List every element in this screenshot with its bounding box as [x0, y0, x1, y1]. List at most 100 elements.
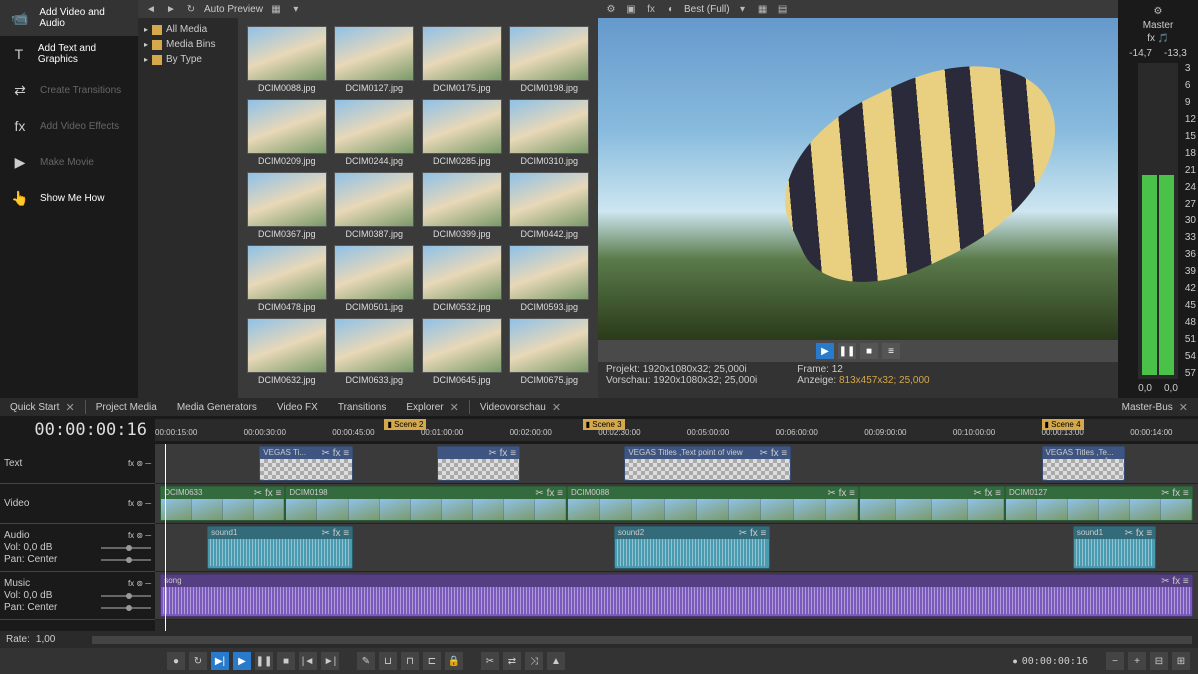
preview-stop-button[interactable]: ■ — [860, 343, 878, 359]
track-header-music[interactable]: Musicfx ⊚ ─Vol: 0,0 dBPan: Center — [0, 572, 155, 620]
track-content[interactable]: DCIM0633 ✂ fx ≡DCIM0198 ✂ fx ≡DCIM0088 ✂… — [155, 484, 1198, 524]
media-thumb[interactable]: DCIM0632.jpg — [246, 318, 328, 385]
pan-slider[interactable] — [101, 559, 151, 561]
pan-slider[interactable] — [101, 607, 151, 609]
tab-explorer[interactable]: Explorer✕ — [396, 398, 468, 417]
volume-slider[interactable] — [101, 595, 151, 597]
loop-button[interactable]: ↻ — [189, 652, 207, 670]
crossfade-button[interactable]: ⤨ — [525, 652, 543, 670]
tab-media-generators[interactable]: Media Generators — [167, 398, 267, 417]
play-button[interactable]: ▶ — [233, 652, 251, 670]
grid-icon[interactable]: ▦ — [756, 2, 770, 16]
play-from-start-button[interactable]: ▶| — [211, 652, 229, 670]
ripple-button[interactable]: ⇄ — [503, 652, 521, 670]
media-thumb[interactable]: DCIM0285.jpg — [421, 99, 503, 166]
timeline-marker[interactable]: ▮ Scene 2 — [384, 419, 426, 430]
volume-slider[interactable] — [101, 547, 151, 549]
media-thumb[interactable]: DCIM0209.jpg — [246, 99, 328, 166]
close-icon[interactable]: ✕ — [552, 401, 561, 414]
preview-quality-dropdown[interactable]: Best (Full) — [684, 4, 730, 15]
record-button[interactable]: ● — [167, 652, 185, 670]
quickstart-item-1[interactable]: TAdd Text and Graphics — [0, 36, 138, 72]
timeline-clip[interactable]: DCIM0198 ✂ fx ≡ — [285, 486, 567, 521]
lock-button[interactable]: 🔒 — [445, 652, 463, 670]
zoom-vert-out-button[interactable]: ⊟ — [1150, 652, 1168, 670]
timeline-ruler[interactable]: 00:00:15:0000:00:30:0000:00:45:0000:01:0… — [155, 419, 1198, 441]
snap-button[interactable]: ⊓ — [401, 652, 419, 670]
quickstart-item-5[interactable]: 👆Show Me How — [0, 180, 138, 216]
timeline-clip[interactable]: sound1 ✂ fx ≡ — [1073, 526, 1156, 569]
track-fx-icons[interactable]: fx ⊚ ─ — [128, 499, 151, 508]
track-content[interactable]: VEGAS Ti... ✂ fx ≡ ✂ fx ≡ VEGAS Titles ,T… — [155, 444, 1198, 484]
media-thumb[interactable]: DCIM0127.jpg — [334, 26, 416, 93]
cut-button[interactable]: ✂ — [481, 652, 499, 670]
edit-tool-button[interactable]: ✎ — [357, 652, 375, 670]
stop-button[interactable]: ■ — [277, 652, 295, 670]
media-thumb[interactable]: DCIM0088.jpg — [246, 26, 328, 93]
media-thumb[interactable]: DCIM0399.jpg — [421, 172, 503, 239]
track-header-audio[interactable]: Audiofx ⊚ ─Vol: 0,0 dBPan: Center — [0, 524, 155, 572]
tab-masterbus[interactable]: Master-Bus✕ — [1112, 398, 1198, 417]
overlay-icon[interactable]: ▤ — [776, 2, 790, 16]
track-fx-icons[interactable]: fx ⊚ ─ — [128, 579, 151, 588]
timeline-clip[interactable]: DCIM0127 ✂ fx ≡ — [1005, 486, 1193, 521]
timeline-clip[interactable]: ✂ fx ≡ — [437, 446, 520, 481]
track-header-text[interactable]: Textfx ⊚ ─ — [0, 444, 155, 484]
tab-quickstart[interactable]: Quick Start✕ — [0, 398, 85, 417]
timeline-clip[interactable]: DCIM0633 ✂ fx ≡ — [160, 486, 285, 521]
media-thumb[interactable]: DCIM0198.jpg — [509, 26, 591, 93]
preview-pause-button[interactable]: ❚❚ — [838, 343, 856, 359]
back-icon[interactable]: ◄ — [144, 2, 158, 16]
zoom-out-button[interactable]: − — [1106, 652, 1124, 670]
forward-icon[interactable]: ► — [164, 2, 178, 16]
media-thumb[interactable]: DCIM0387.jpg — [334, 172, 416, 239]
view-icon[interactable]: ▦ — [269, 2, 283, 16]
go-start-button[interactable]: |◄ — [299, 652, 317, 670]
quickstart-item-2[interactable]: ⇄Create Transitions — [0, 72, 138, 108]
zoom-vert-in-button[interactable]: ⊞ — [1172, 652, 1190, 670]
preview-play-button[interactable]: ▶ — [816, 343, 834, 359]
autofades-button[interactable]: ▲ — [547, 652, 565, 670]
media-thumb[interactable]: DCIM0645.jpg — [421, 318, 503, 385]
track-fx-icons[interactable]: fx ⊚ ─ — [128, 459, 151, 468]
timeline-clip[interactable]: sound1 ✂ fx ≡ — [207, 526, 353, 569]
go-end-button[interactable]: ►| — [321, 652, 339, 670]
half-icon[interactable]: ◐ — [664, 2, 678, 16]
track-fx-icons[interactable]: fx ⊚ ─ — [128, 531, 151, 540]
media-thumb[interactable]: DCIM0367.jpg — [246, 172, 328, 239]
close-icon[interactable]: ✕ — [1179, 401, 1188, 414]
tree-item[interactable]: ▸Media Bins — [142, 37, 234, 52]
media-thumb[interactable]: DCIM0593.jpg — [509, 245, 591, 312]
tree-item[interactable]: ▸All Media — [142, 22, 234, 37]
refresh-icon[interactable]: ↻ — [184, 2, 198, 16]
timeline-scrollbar[interactable] — [92, 636, 1192, 644]
media-thumb[interactable]: DCIM0675.jpg — [509, 318, 591, 385]
timeline-clip[interactable]: VEGAS Titles ,Te... ✂ fx ≡ — [1042, 446, 1125, 481]
master-fx-button[interactable]: fx — [1147, 33, 1155, 44]
timeline-marker[interactable]: ▮ Scene 4 — [1042, 419, 1084, 430]
gear-icon[interactable]: ⚙ — [1151, 4, 1165, 18]
preview-toggle-icon[interactable]: ▣ — [624, 2, 638, 16]
fx-icon[interactable]: fx — [644, 2, 658, 16]
tab-transitions[interactable]: Transitions — [328, 398, 397, 417]
media-thumb[interactable]: DCIM0633.jpg — [334, 318, 416, 385]
timeline-clip[interactable]: VEGAS Ti... ✂ fx ≡ — [259, 446, 353, 481]
close-icon[interactable]: ✕ — [450, 401, 459, 414]
options-icon[interactable]: ▾ — [289, 2, 303, 16]
timeline-clip[interactable]: song ✂ fx ≡ — [160, 574, 1193, 617]
gear-icon[interactable]: ⚙ — [604, 2, 618, 16]
timeline-clip[interactable]: ✂ fx ≡ — [859, 486, 1005, 521]
preview-list-button[interactable]: ≡ — [882, 343, 900, 359]
chevron-down-icon[interactable]: ▾ — [736, 2, 750, 16]
timecode-display[interactable]: 00:00:00:16 — [0, 420, 155, 440]
tab-video-fx[interactable]: Video FX — [267, 398, 328, 417]
tab-project-media[interactable]: Project Media — [86, 398, 167, 417]
close-icon[interactable]: ✕ — [65, 401, 74, 414]
timeline-clip[interactable]: DCIM0088 ✂ fx ≡ — [567, 486, 859, 521]
media-thumb[interactable]: DCIM0175.jpg — [421, 26, 503, 93]
quickstart-item-3[interactable]: fxAdd Video Effects — [0, 108, 138, 144]
media-thumb[interactable]: DCIM0244.jpg — [334, 99, 416, 166]
track-content[interactable]: song ✂ fx ≡ — [155, 572, 1198, 620]
track-content[interactable]: sound1 ✂ fx ≡ sound2 ✂ fx ≡ sound1 ✂ fx ≡ — [155, 524, 1198, 572]
timeline-clip[interactable]: sound2 ✂ fx ≡ — [614, 526, 770, 569]
